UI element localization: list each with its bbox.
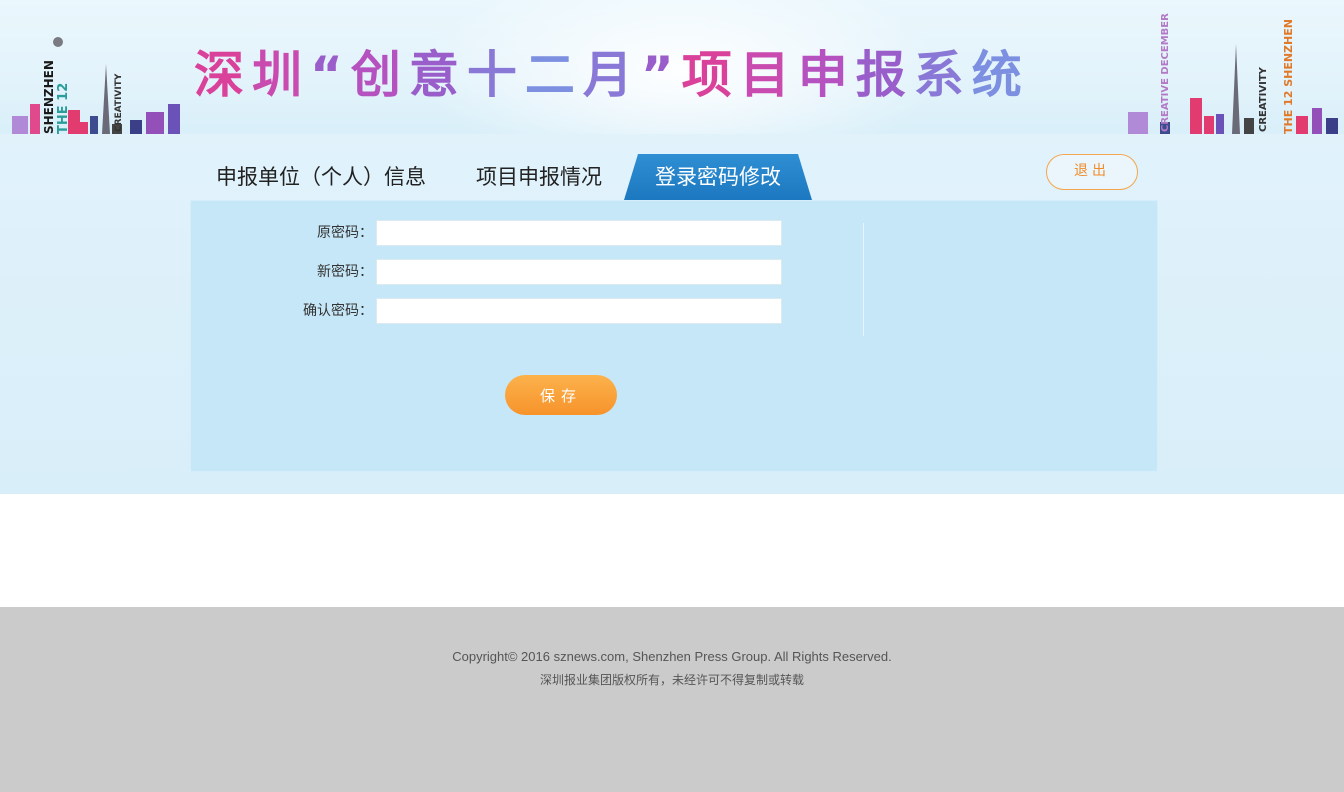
new-password-row: 新密码：: [191, 259, 791, 285]
tab-bar: 申报单位（个人）信息 项目申报情况 登录密码修改: [190, 154, 830, 200]
right-skyline-graphic: [1128, 44, 1338, 134]
footer-copyright: Copyright© 2016 sznews.com, Shenzhen Pre…: [452, 649, 892, 664]
title-char: 意: [408, 46, 467, 104]
title-char: 项: [681, 46, 740, 104]
title-char: 统: [971, 46, 1030, 104]
old-password-input[interactable]: [376, 220, 782, 246]
title-char: 创: [350, 46, 409, 104]
left-vertical-text-3: CREATIVITY: [114, 73, 124, 132]
confirm-password-input[interactable]: [376, 298, 782, 324]
password-form-panel: 原密码： 新密码： 确认密码： 保存: [190, 200, 1158, 472]
confirm-password-label: 确认密码：: [303, 303, 373, 319]
old-password-label: 原密码：: [317, 225, 373, 241]
left-skyline-graphic: [12, 37, 180, 134]
new-password-label: 新密码：: [317, 264, 373, 280]
logout-button[interactable]: 退出: [1046, 154, 1138, 190]
title-char: 十: [466, 46, 525, 104]
old-password-label-box: 原密码：: [191, 220, 373, 246]
title-char: 深: [194, 46, 252, 104]
title-char: 目: [739, 46, 798, 104]
confirm-password-row: 确认密码：: [191, 298, 791, 324]
title-char: 报: [855, 46, 914, 104]
tab-unit-info[interactable]: 申报单位（个人）信息: [216, 154, 426, 200]
left-vertical-text-1: SHENZHEN: [42, 60, 56, 134]
title-char: “: [310, 46, 351, 104]
right-vertical-text-1: CREATIVE DECEMBER: [1160, 13, 1171, 132]
tab-password-change[interactable]: 登录密码修改: [624, 154, 812, 200]
left-vertical-text-2: THE 12: [56, 82, 71, 134]
title-char: ”: [640, 46, 682, 104]
title-char: 月: [582, 46, 641, 104]
title-char: 系: [913, 46, 972, 104]
old-password-row: 原密码：: [191, 220, 791, 246]
header-banner: SHENZHEN THE 12 CREATIVITY 深圳“创意十二月”项目申报…: [0, 0, 1344, 134]
right-vertical-text-3: CREATIVITY: [1258, 67, 1269, 132]
tab-project-status[interactable]: 项目申报情况: [476, 154, 602, 200]
save-button[interactable]: 保存: [505, 375, 617, 415]
footer: Copyright© 2016 sznews.com, Shenzhen Pre…: [0, 607, 1344, 792]
title-char: 申: [797, 46, 856, 104]
confirm-password-label-box: 确认密码：: [191, 298, 373, 324]
footer-rights-cn: 深圳报业集团版权所有，未经许可不得复制或转载: [539, 673, 804, 687]
new-password-label-box: 新密码：: [191, 259, 373, 285]
title-char: 二: [524, 46, 583, 104]
title-char: 圳: [252, 46, 310, 104]
page-title: 深圳“创意十二月”项目申报系统: [194, 40, 1030, 110]
new-password-input[interactable]: [376, 259, 782, 285]
panel-divider: [863, 223, 864, 336]
right-vertical-text-2: THE 12 SHENZHEN: [1282, 19, 1295, 134]
